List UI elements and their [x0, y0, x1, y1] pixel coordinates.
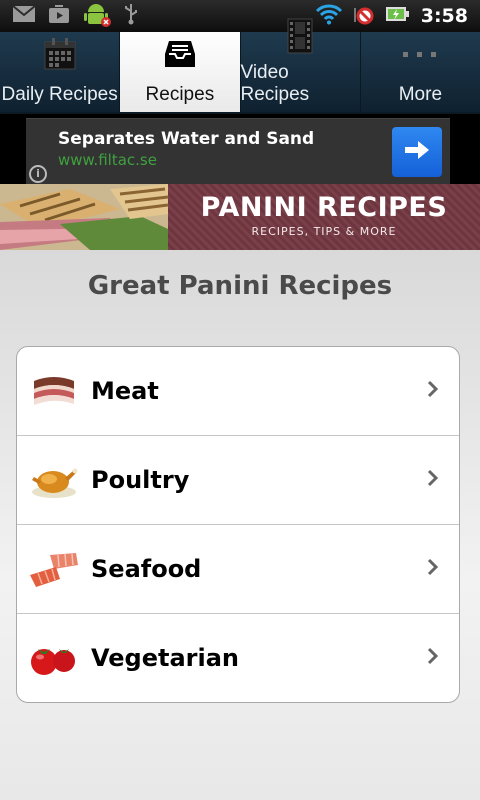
more-dots-icon	[403, 32, 437, 76]
play-store-icon	[48, 4, 70, 28]
clock: 3:58	[420, 5, 468, 27]
category-row-meat[interactable]: Meat	[17, 347, 459, 436]
tab-label: Daily Recipes	[1, 84, 118, 105]
ad-info-icon[interactable]: i	[29, 165, 47, 183]
status-bar: 3:58	[0, 0, 480, 32]
recipes-content: Great Panini Recipes Meat Poultry Seafoo…	[0, 250, 480, 800]
inbox-tray-icon	[163, 32, 197, 76]
ad-banner[interactable]: Separates Water and Sand www.filtac.se i	[0, 118, 480, 184]
category-row-seafood[interactable]: Seafood	[17, 525, 459, 614]
tab-video-recipes[interactable]: Video Recipes	[240, 18, 361, 112]
category-label: Vegetarian	[91, 644, 240, 672]
tab-more[interactable]: More	[361, 32, 480, 112]
banner-title: PANINI RECIPES	[200, 192, 448, 223]
bacon-icon	[17, 371, 91, 411]
tab-label: Recipes	[145, 84, 215, 105]
ad-url[interactable]: www.filtac.se	[58, 151, 157, 169]
chevron-right-icon	[427, 380, 439, 402]
tab-recipes[interactable]: Recipes	[120, 32, 241, 112]
no-signal-icon	[353, 2, 375, 30]
tab-bar: Daily Recipes Recipes Video Recipes More	[0, 18, 480, 114]
ad-container[interactable]: Separates Water and Sand www.filtac.se i	[26, 118, 450, 184]
category-list: Meat Poultry Seafood Vegetarian	[16, 346, 460, 703]
wifi-icon	[315, 3, 343, 29]
ad-title[interactable]: Separates Water and Sand	[58, 129, 314, 149]
banner-text-area: PANINI RECIPES RECIPES, TIPS & MORE	[168, 184, 480, 250]
chevron-right-icon	[427, 647, 439, 669]
category-row-poultry[interactable]: Poultry	[17, 436, 459, 525]
calendar-icon	[43, 32, 77, 76]
panini-sandwich-image	[0, 184, 168, 250]
tab-daily-recipes[interactable]: Daily Recipes	[0, 32, 121, 112]
film-strip-icon	[287, 18, 313, 54]
tomatoes-icon	[17, 638, 91, 678]
ad-open-button[interactable]	[392, 127, 442, 177]
salmon-fillet-icon	[17, 549, 91, 589]
banner-subtitle: RECIPES, TIPS & MORE	[251, 225, 397, 238]
panini-banner: PANINI RECIPES RECIPES, TIPS & MORE	[0, 184, 480, 250]
android-debug-icon	[82, 0, 112, 32]
battery-charging-icon	[385, 3, 411, 29]
category-label: Meat	[91, 377, 159, 405]
tab-label: More	[398, 84, 443, 105]
category-label: Seafood	[91, 555, 202, 583]
roast-chicken-icon	[17, 460, 91, 500]
page-title: Great Panini Recipes	[87, 271, 393, 301]
tab-label: Video Recipes	[240, 62, 310, 105]
chevron-right-icon	[427, 558, 439, 580]
category-row-vegetarian[interactable]: Vegetarian	[17, 614, 459, 702]
category-label: Poultry	[91, 466, 190, 494]
usb-icon	[124, 3, 138, 29]
arrow-right-icon	[404, 139, 430, 165]
chevron-right-icon	[427, 469, 439, 491]
gmail-icon	[12, 5, 36, 27]
